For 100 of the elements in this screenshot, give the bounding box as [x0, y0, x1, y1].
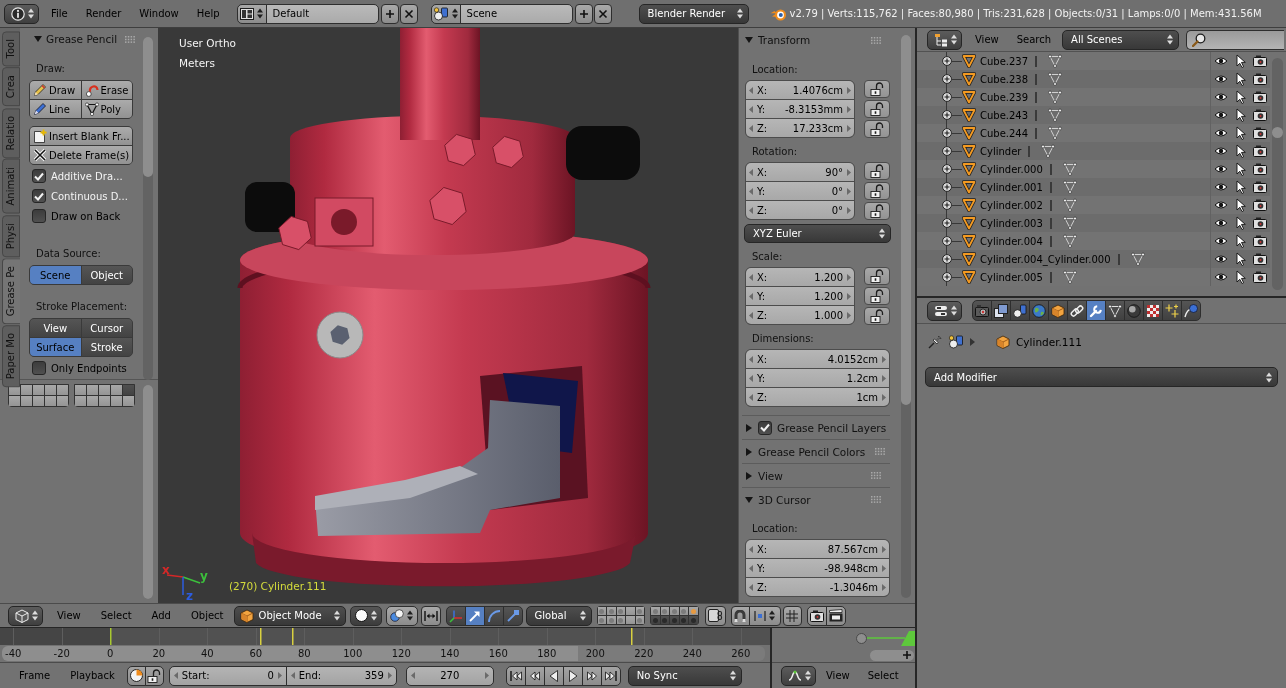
pointer-icon[interactable] [1235, 180, 1246, 194]
frame-button[interactable]: Insert Blank Fr... [30, 127, 132, 145]
number-field[interactable]: X: 4.0152cm [746, 350, 889, 368]
checkbox[interactable] [32, 209, 46, 223]
pin-icon[interactable] [928, 335, 942, 349]
play-button[interactable] [562, 665, 583, 686]
menu-item[interactable]: Frame [9, 665, 61, 686]
lock-button[interactable] [864, 100, 890, 118]
pointer-icon[interactable] [1235, 108, 1246, 122]
pointer-icon[interactable] [1235, 90, 1246, 104]
checkbox[interactable] [32, 169, 46, 183]
expand-icon[interactable] [942, 272, 952, 282]
menu-item[interactable]: Render [76, 3, 131, 24]
lock-button[interactable] [864, 120, 890, 138]
lock-button[interactable] [864, 202, 890, 220]
sync-dropdown[interactable]: No Sync [627, 665, 742, 686]
expand-icon[interactable] [942, 74, 952, 84]
pointer-icon[interactable] [1235, 198, 1246, 212]
properties-tab[interactable] [1124, 300, 1144, 321]
lock-button[interactable] [864, 307, 890, 325]
properties-tab[interactable] [1010, 300, 1030, 321]
render-still-button[interactable] [806, 605, 827, 626]
camera-icon[interactable] [1253, 145, 1268, 157]
expand-icon[interactable] [942, 92, 952, 102]
current-frame-field[interactable]: 270 [405, 665, 494, 686]
scene-button[interactable] [430, 3, 461, 24]
menu-item[interactable]: Search [1007, 29, 1061, 50]
expand-icon[interactable] [942, 56, 952, 66]
expand-icon[interactable] [942, 128, 952, 138]
camera-icon[interactable] [1253, 235, 1268, 247]
option-button[interactable]: Stroke [81, 338, 132, 356]
number-field[interactable]: Y: 0° [746, 182, 854, 200]
number-field[interactable]: Y: 1.200 [746, 287, 854, 305]
menu-item[interactable]: Window [130, 3, 188, 24]
eye-icon[interactable] [1213, 218, 1228, 228]
editor-type-button[interactable] [927, 300, 962, 321]
tool-button[interactable]: Line [30, 100, 81, 118]
camera-icon[interactable] [1253, 181, 1268, 193]
expand-icon[interactable] [942, 146, 952, 156]
editor-type-button[interactable] [8, 605, 43, 626]
option-button[interactable]: Object [81, 266, 132, 284]
object-name[interactable]: Cylinder.000 [980, 163, 1043, 175]
object-name[interactable]: Cube.244 [980, 127, 1029, 139]
camera-icon[interactable] [1253, 271, 1268, 283]
eye-icon[interactable] [1213, 128, 1228, 138]
object-name[interactable]: Cube.237 [980, 55, 1029, 67]
number-field[interactable]: X: 87.567cm [746, 540, 889, 558]
menu-item[interactable]: Select [90, 605, 142, 626]
number-field[interactable]: Z: 1cm [746, 388, 889, 406]
eye-icon[interactable] [1213, 200, 1228, 210]
add-modifier-dropdown[interactable]: Add Modifier [925, 367, 1278, 387]
collapse-triangle-icon[interactable] [34, 35, 42, 43]
editor-type-button[interactable] [781, 665, 816, 686]
render-animation-button[interactable] [825, 605, 846, 626]
search-field[interactable] [1186, 29, 1285, 50]
properties-tab[interactable] [1162, 300, 1182, 321]
object-name[interactable]: Cylinder.002 [980, 199, 1043, 211]
next-keyframe-button[interactable] [581, 665, 602, 686]
remove-button[interactable] [593, 3, 612, 24]
scrollbar[interactable] [143, 385, 153, 599]
snap-element-dropdown[interactable] [748, 605, 781, 626]
handle-icon[interactable] [856, 633, 867, 644]
display-mode-dropdown[interactable]: All Scenes [1062, 29, 1180, 50]
lock-button[interactable] [864, 287, 890, 305]
menu-item[interactable]: Select [858, 665, 908, 686]
menu-item[interactable]: View [966, 29, 1008, 50]
lock-button[interactable] [704, 605, 726, 626]
start-frame-field[interactable]: Start: 0 [168, 665, 287, 686]
object-name[interactable]: Cylinder [980, 145, 1022, 157]
end-frame-field[interactable]: End: 359 [285, 665, 397, 686]
remove-button[interactable] [399, 3, 418, 24]
camera-icon[interactable] [1253, 91, 1268, 103]
eye-icon[interactable] [1213, 254, 1228, 264]
expand-icon[interactable] [942, 182, 952, 192]
properties-tab[interactable] [991, 300, 1011, 321]
number-field[interactable]: Y: -98.948cm [746, 559, 889, 577]
object-name[interactable]: Cylinder.004 [980, 235, 1043, 247]
screen-layout-field[interactable]: Default [265, 3, 379, 24]
editor-type-button[interactable] [927, 29, 962, 50]
pointer-icon[interactable] [1235, 144, 1246, 158]
number-field[interactable]: X: 90° [746, 163, 854, 181]
collapse-triangle-icon[interactable] [745, 36, 753, 44]
orientation-dropdown[interactable]: Global [525, 605, 592, 626]
checkbox[interactable] [758, 420, 772, 435]
pointer-icon[interactable] [1235, 72, 1246, 86]
expand-icon[interactable] [942, 110, 952, 120]
option-button[interactable]: View [30, 319, 81, 337]
pointer-icon[interactable] [1235, 252, 1246, 266]
number-field[interactable]: Z: -1.3046m [746, 578, 889, 596]
pointer-icon[interactable] [1235, 126, 1246, 140]
snap-target-button[interactable] [782, 605, 802, 626]
properties-tab[interactable] [972, 300, 992, 321]
preview-range-button[interactable] [126, 665, 146, 686]
properties-tab[interactable] [1143, 300, 1163, 321]
scrollbar[interactable] [870, 649, 914, 661]
shading-dropdown[interactable] [349, 605, 382, 626]
object-name[interactable]: Cube.243 [980, 109, 1029, 121]
pointer-icon[interactable] [1235, 234, 1246, 248]
lock-button[interactable] [864, 162, 890, 180]
number-field[interactable]: Y: 1.2cm [746, 369, 889, 387]
